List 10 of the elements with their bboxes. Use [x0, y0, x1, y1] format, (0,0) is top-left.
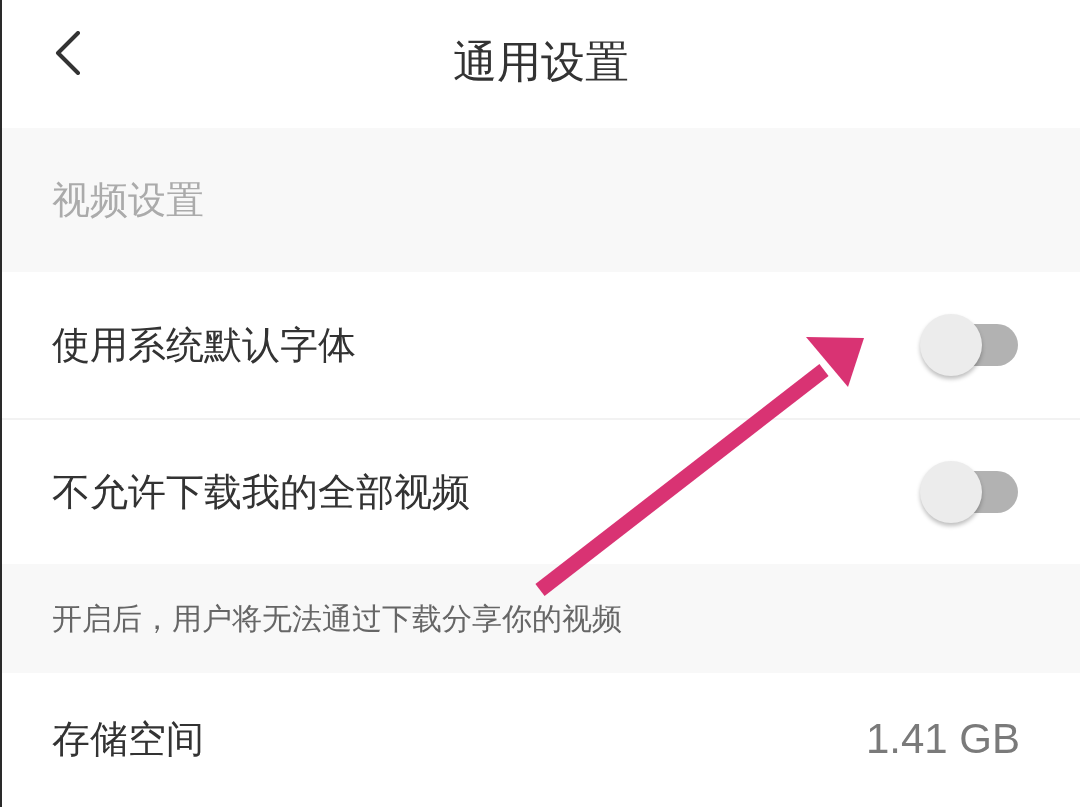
toggle-switch[interactable] [920, 460, 1020, 524]
section-title: 视频设置 [52, 181, 204, 219]
setting-label: 不允许下载我的全部视频 [52, 473, 470, 511]
storage-value: 1.41 GB [865, 718, 1020, 760]
setting-description: 开启后，用户将无法通过下载分享你的视频 [52, 603, 622, 634]
back-chevron-icon [55, 31, 81, 75]
page-title: 通用设置 [453, 40, 629, 84]
toggle-switch[interactable] [920, 313, 1020, 377]
setting-label: 使用系统默认字体 [52, 326, 356, 364]
setting-label: 存储空间 [52, 720, 204, 758]
